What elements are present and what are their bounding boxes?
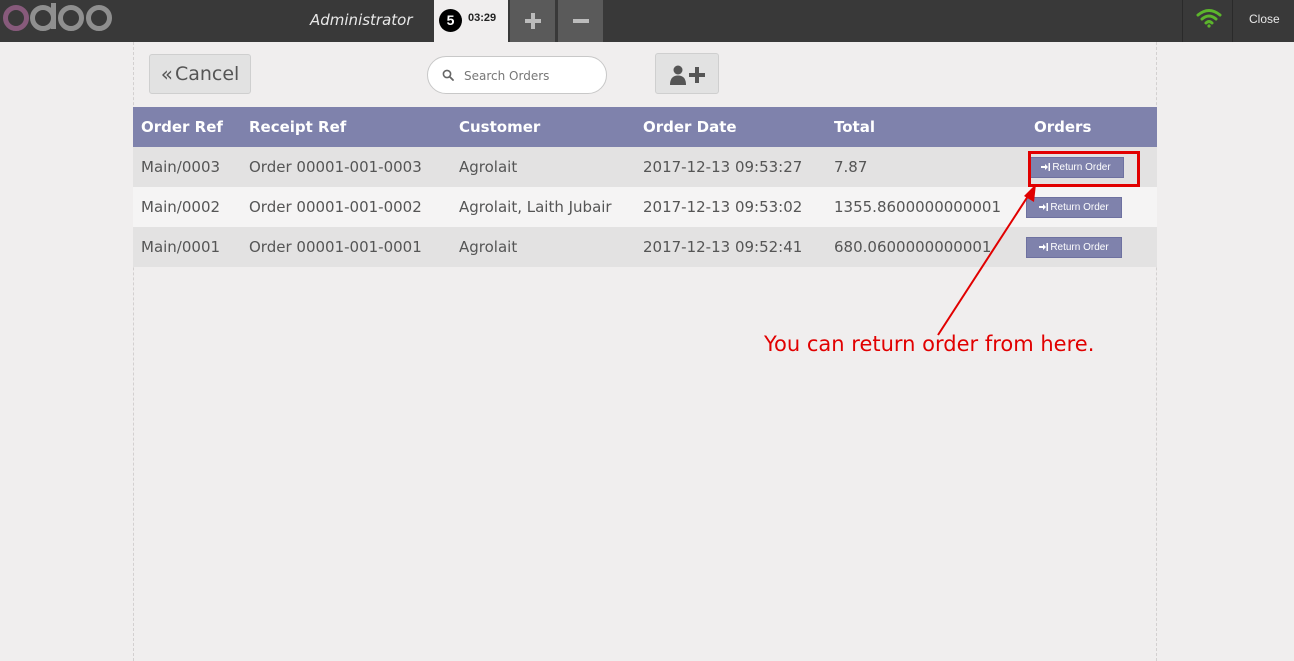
annotation-text: You can return order from here. (764, 332, 1095, 356)
annotation-arrow (937, 184, 1036, 336)
